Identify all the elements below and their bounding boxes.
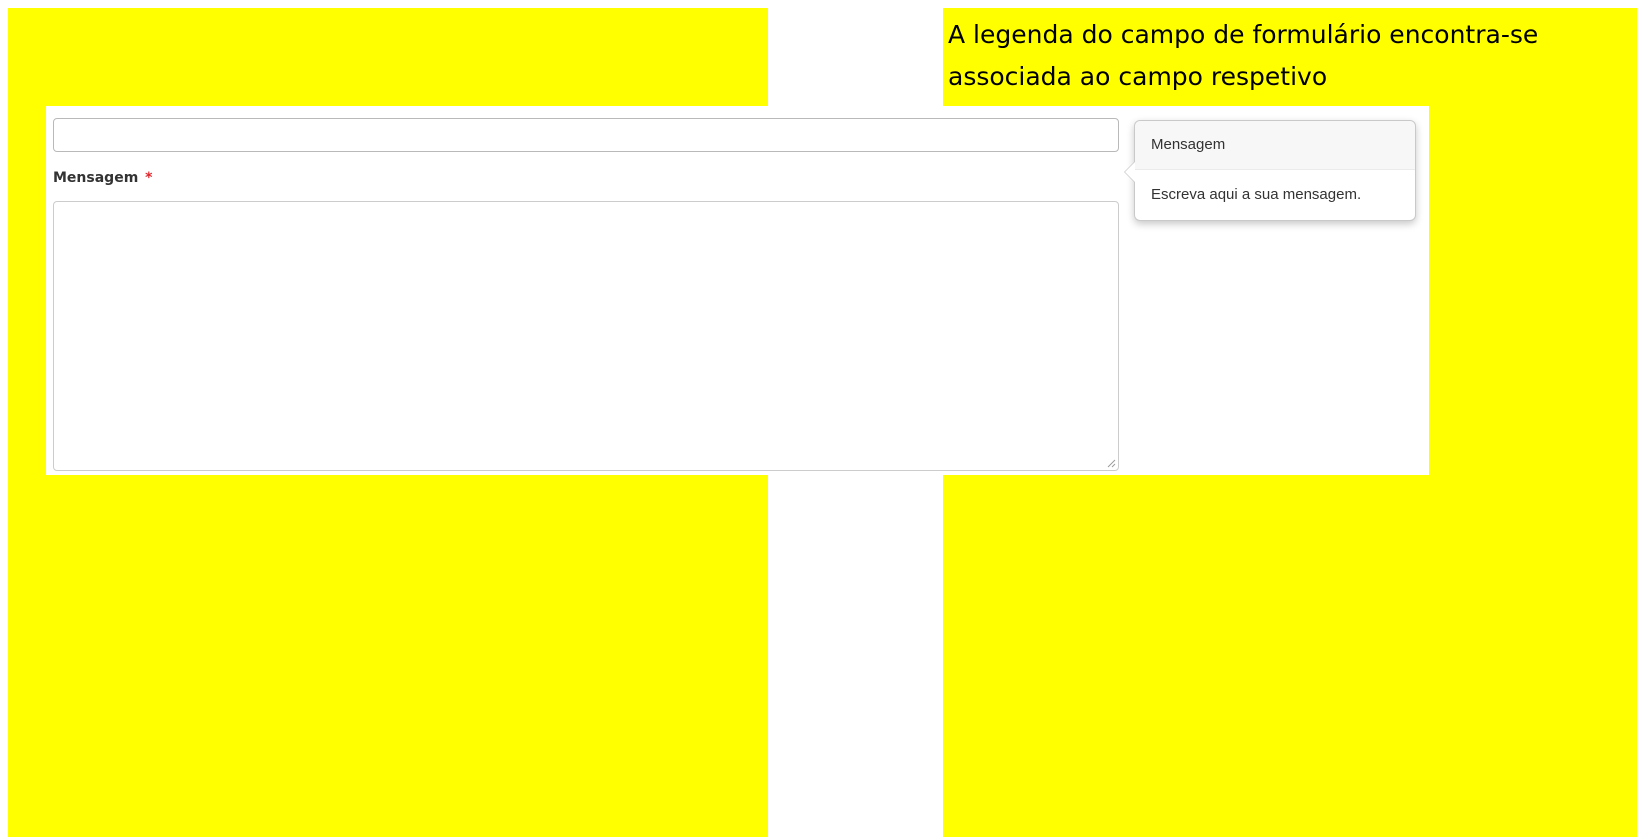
message-label-text: Mensagem	[53, 170, 139, 186]
popover-content: Escreva aqui a sua mensagem.	[1151, 186, 1362, 203]
message-label: Mensagem *	[53, 170, 152, 186]
text-input[interactable]	[53, 118, 1119, 152]
message-textarea[interactable]	[53, 201, 1119, 471]
resize-grip-icon[interactable]	[1106, 458, 1116, 468]
popover-title: Mensagem	[1135, 121, 1415, 170]
popover-arrow	[1124, 161, 1135, 183]
required-asterisk: *	[145, 170, 153, 186]
form-screenshot-panel: Mensagem * Mensagem Escreva aqui a sua m…	[46, 106, 1429, 475]
annotation-caption: A legenda do campo de formulário encontr…	[948, 20, 1539, 91]
page: A legenda do campo de formulário encontr…	[0, 0, 1637, 837]
help-popover: Mensagem Escreva aqui a sua mensagem.	[1124, 120, 1416, 221]
